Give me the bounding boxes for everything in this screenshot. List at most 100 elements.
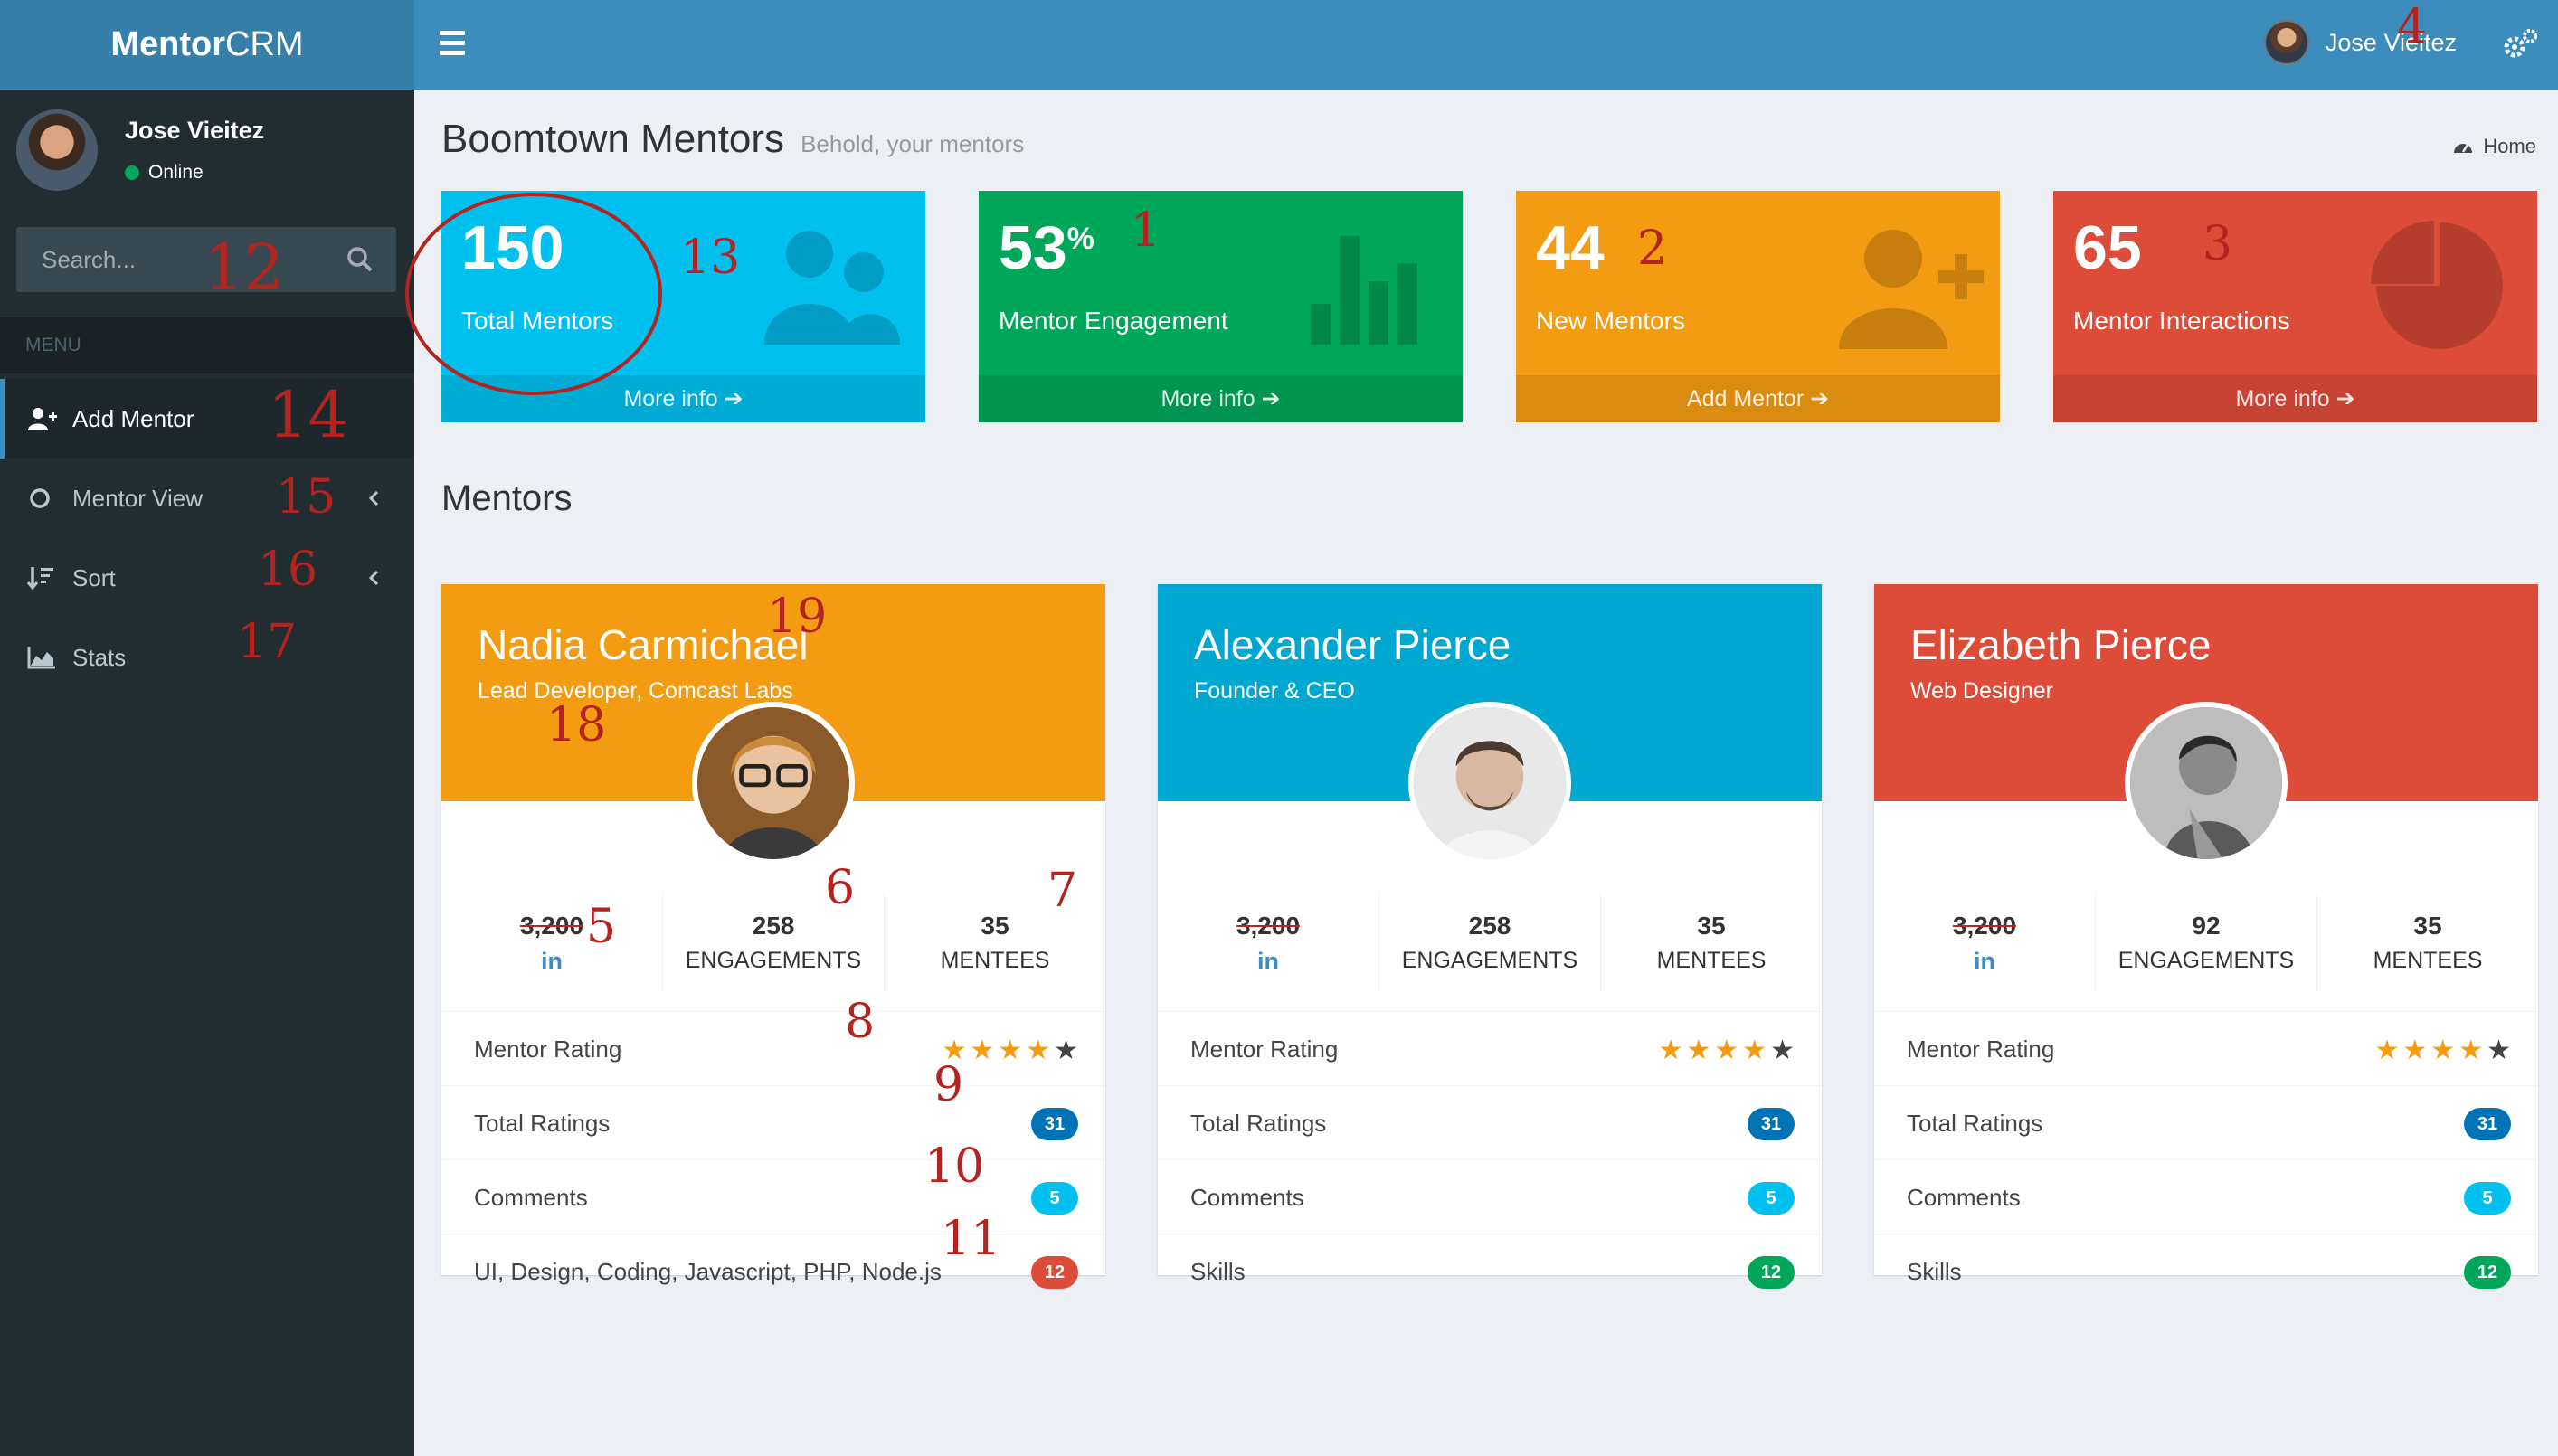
- user-panel: Jose Vieitez Online: [0, 90, 414, 205]
- stat-label: New Mentors: [1536, 307, 1685, 335]
- stat-footer-link[interactable]: More info ➔: [979, 375, 1463, 422]
- engagements-stat: 258 ENGAGEMENTS: [663, 892, 885, 991]
- mentees-stat: 35 MENTEES: [2373, 912, 2483, 973]
- list-item[interactable]: Comments 5: [1158, 1159, 1822, 1234]
- list-item[interactable]: Total Ratings 31: [1158, 1085, 1822, 1159]
- stat-box-mentor-engagement: 53% Mentor Engagement More info ➔: [979, 191, 1463, 422]
- count-badge: 31: [1748, 1108, 1795, 1140]
- breadcrumb[interactable]: Home: [2452, 135, 2536, 158]
- sidebar-item-label: Mentor View: [72, 484, 204, 512]
- mentor-card: Alexander Pierce Founder & CEO 3,200 in 2…: [1158, 584, 1822, 1289]
- stat-footer-link[interactable]: Add Mentor ➔: [1516, 375, 2000, 422]
- sort-icon: [27, 567, 53, 591]
- stat-box-total-mentors: 150 Total Mentors More info ➔: [441, 191, 925, 422]
- mentor-photo: [1408, 702, 1571, 865]
- linkedin-icon[interactable]: in: [1158, 948, 1378, 976]
- stat-footer-link[interactable]: More info ➔: [441, 375, 925, 422]
- avatar: [16, 109, 98, 191]
- bar-chart-icon: [1311, 236, 1417, 345]
- list-item[interactable]: Total Ratings 31: [441, 1085, 1105, 1159]
- sidebar-search: [16, 227, 396, 292]
- mentees-stat: 35 MENTEES: [1656, 912, 1767, 973]
- list-item[interactable]: Skills 12: [1874, 1234, 2538, 1308]
- avatar: [2263, 20, 2309, 65]
- star-filled-icon: ★: [1026, 1035, 1051, 1065]
- sidebar-item-label: Stats: [72, 643, 127, 671]
- mentor-photo: [692, 702, 855, 865]
- sidebar-user-name: Jose Vieitez: [125, 117, 265, 144]
- count-badge: 31: [2464, 1108, 2511, 1140]
- list-item[interactable]: Comments 5: [1874, 1159, 2538, 1234]
- stat-value: 65: [2073, 213, 2142, 282]
- header-user-name: Jose Vieitez: [2325, 28, 2457, 56]
- user-menu[interactable]: Jose Vieitez: [2263, 20, 2457, 65]
- mentor-name: Elizabeth Pierce: [1910, 621, 2212, 668]
- search-icon[interactable]: [346, 245, 374, 274]
- star-filled-icon: ★: [1714, 1035, 1739, 1065]
- chevron-left-icon: [368, 570, 379, 586]
- sidebar: Jose Vieitez Online MENU Add Mentor Ment…: [0, 90, 414, 1456]
- arrow-circle-right-icon: ➔: [724, 386, 744, 411]
- app-logo[interactable]: Mentor CRM: [0, 0, 414, 90]
- online-dot-icon: [125, 165, 139, 180]
- connections-stat: 3,200 in: [1874, 892, 2096, 991]
- gears-icon[interactable]: [2500, 25, 2540, 65]
- count-badge: 5: [1031, 1182, 1078, 1215]
- breadcrumb-home[interactable]: Home: [2483, 135, 2536, 158]
- list-item[interactable]: UI, Design, Coding, Javascript, PHP, Nod…: [441, 1234, 1105, 1308]
- stat-label: Total Mentors: [461, 307, 614, 335]
- sidebar-item-mentor-view[interactable]: Mentor View: [0, 459, 414, 538]
- engagements-stat: 92 ENGAGEMENTS: [2096, 892, 2317, 991]
- star-filled-icon: ★: [1658, 1035, 1683, 1065]
- mentor-details: Mentor Rating ★ ★ ★ ★ ★ Total Ratings 31 Comme…: [1874, 1011, 2538, 1308]
- list-item[interactable]: Mentor Rating ★ ★ ★ ★ ★: [441, 1011, 1105, 1085]
- stat-label: Mentor Interactions: [2073, 307, 2290, 335]
- mentees-stat: 35 MENTEES: [940, 912, 1050, 973]
- stat-label: Mentor Engagement: [999, 307, 1228, 335]
- stat-footer-link[interactable]: More info ➔: [2053, 375, 2537, 422]
- list-item[interactable]: Skills 12: [1158, 1234, 1822, 1308]
- star-filled-icon: ★: [2402, 1035, 2428, 1065]
- circle-icon: [30, 488, 50, 508]
- stat-value: 150: [461, 213, 564, 282]
- stat-value: 53%: [999, 213, 1094, 282]
- count-badge: 12: [2464, 1256, 2511, 1289]
- mentor-stats: 3,200 in 92 ENGAGEMENTS 35 MENTEES: [1874, 892, 2538, 991]
- mentor-stats: 3,200 in 258 ENGAGEMENTS 35 MENTEES: [441, 892, 1105, 991]
- linkedin-icon[interactable]: in: [1874, 948, 2095, 976]
- sidebar-item-add-mentor[interactable]: Add Mentor: [0, 379, 414, 459]
- sidebar-item-sort[interactable]: Sort: [0, 538, 414, 618]
- engagements-stat: 258 ENGAGEMENTS: [1379, 892, 1601, 991]
- page-subtitle: Behold, your mentors: [801, 130, 1025, 157]
- brand-bold: Mentor: [110, 25, 226, 63]
- count-badge: 31: [1031, 1108, 1078, 1140]
- list-item[interactable]: Total Ratings 31: [1874, 1085, 2538, 1159]
- list-item[interactable]: Mentor Rating ★ ★ ★ ★ ★: [1158, 1011, 1822, 1085]
- user-plus-icon: [28, 408, 57, 430]
- mentor-role: Lead Developer, Comcast Labs: [478, 678, 793, 704]
- list-item[interactable]: Mentor Rating ★ ★ ★ ★ ★: [1874, 1011, 2538, 1085]
- page-title: Boomtown Mentors Behold, your mentors: [441, 117, 1024, 162]
- sidebar-item-label: Add Mentor: [72, 404, 194, 432]
- chevron-left-icon: [368, 490, 379, 506]
- star-empty-icon: ★: [2487, 1035, 2511, 1065]
- star-filled-icon: ★: [942, 1035, 967, 1065]
- mentor-name: Nadia Carmichael: [478, 621, 809, 668]
- area-chart-icon: [27, 647, 55, 669]
- dashboard-icon: [2454, 144, 2473, 153]
- connections-stat: 3,200 in: [1158, 892, 1379, 991]
- star-filled-icon: ★: [1686, 1035, 1711, 1065]
- menu-toggle-icon[interactable]: [440, 31, 465, 58]
- mentor-card: Elizabeth Pierce Web Designer 3,200 in 92…: [1874, 584, 2538, 1289]
- sidebar-item-stats[interactable]: Stats: [0, 618, 414, 697]
- menu-header: MENU: [0, 317, 414, 373]
- connections-stat: 3,200 in: [441, 892, 663, 991]
- mentor-details: Mentor Rating ★ ★ ★ ★ ★ Total Ratings 31 Comme…: [441, 1011, 1105, 1308]
- sidebar-item-label: Sort: [72, 563, 116, 591]
- arrow-circle-right-icon: ➔: [2335, 386, 2355, 411]
- mentor-details: Mentor Rating ★ ★ ★ ★ ★ Total Ratings 31 Comme…: [1158, 1011, 1822, 1308]
- search-input[interactable]: [42, 245, 313, 274]
- star-rating: ★ ★ ★ ★ ★: [942, 1037, 1078, 1064]
- linkedin-icon[interactable]: in: [441, 948, 662, 976]
- list-item[interactable]: Comments 5: [441, 1159, 1105, 1234]
